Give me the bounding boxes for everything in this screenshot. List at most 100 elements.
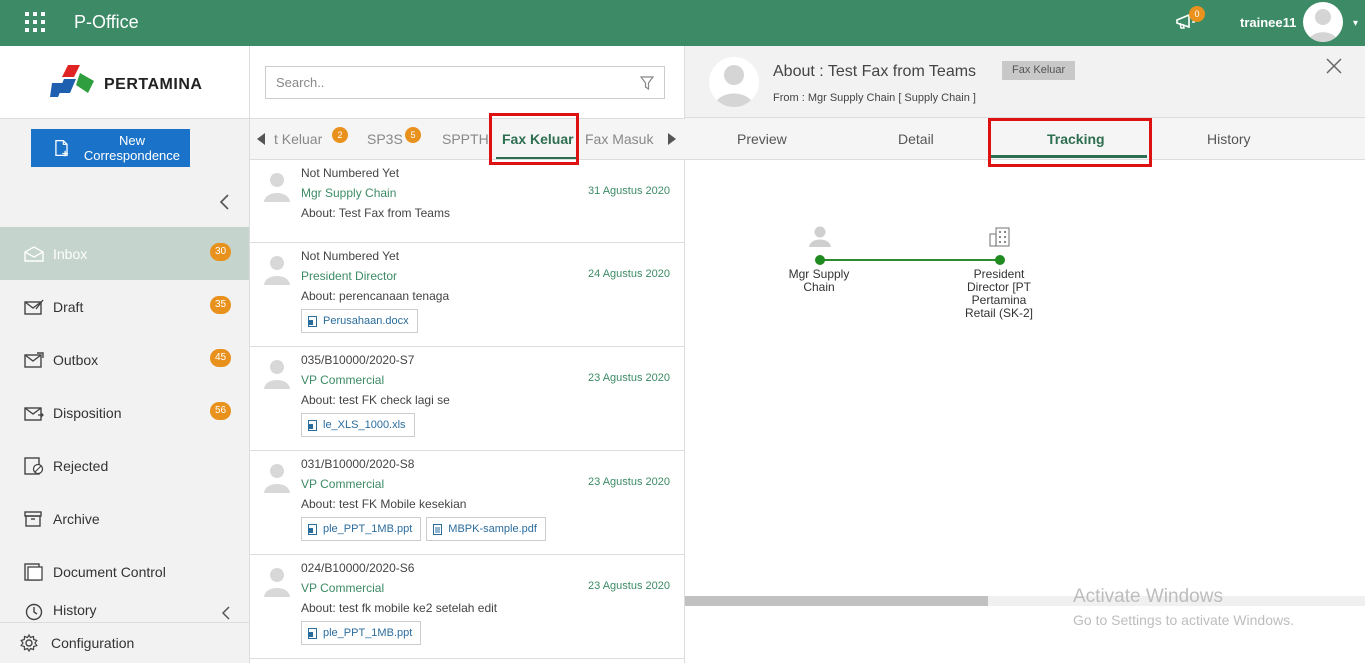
- notification-badge: 0: [1189, 6, 1205, 22]
- item-number: 024/B10000/2020-S6: [301, 561, 415, 575]
- configuration-button[interactable]: Configuration: [0, 622, 249, 663]
- attachment-chip[interactable]: MBPK-sample.pdf: [426, 517, 546, 541]
- detail-header: About : Test Fax from Teams Fax Keluar F…: [685, 46, 1365, 118]
- powerpoint-file-icon: [308, 627, 317, 639]
- attachment-chip[interactable]: Perusahaan.docx: [301, 309, 418, 333]
- tracking-node-label: President Director [PT Pertamina Retail …: [964, 267, 1034, 320]
- sender-avatar-icon: [264, 568, 290, 597]
- list-item[interactable]: Not Numbered Yet President Director 24 A…: [250, 243, 685, 347]
- item-number: Not Numbered Yet: [301, 249, 400, 263]
- app-title: P-Office: [74, 12, 139, 32]
- chevron-left-icon[interactable]: [221, 606, 231, 620]
- tab-count-badge: 5: [405, 127, 421, 143]
- item-sender: VP Commercial: [301, 373, 385, 387]
- sender-avatar-icon: [264, 464, 290, 493]
- count-badge: 30: [210, 243, 231, 261]
- annotation-highlight-box: [489, 113, 579, 165]
- item-date: 23 Agustus 2020: [588, 476, 670, 488]
- item-date: 31 Agustus 2020: [588, 185, 670, 197]
- item-about: About: test FK Mobile kesekian: [301, 497, 467, 511]
- new-correspondence-button[interactable]: New Correspondence: [31, 129, 190, 167]
- tracking-node-dot: [995, 255, 1005, 265]
- sidebar-item-label: Outbox: [53, 351, 99, 368]
- attachment-chip[interactable]: ple_PPT_1MB.ppt: [301, 517, 422, 541]
- gear-icon: [20, 634, 38, 652]
- tab-preview[interactable]: Preview: [737, 131, 787, 147]
- pertamina-logo-icon: [50, 65, 94, 97]
- item-about: About: Test Fax from Teams: [301, 206, 450, 220]
- close-icon[interactable]: [1326, 58, 1342, 74]
- outbox-icon: [24, 350, 46, 370]
- building-icon: [989, 227, 1010, 247]
- category-tag: Fax Keluar: [1002, 61, 1076, 80]
- pdf-file-icon: [433, 523, 443, 535]
- list-item[interactable]: Not Numbered Yet Mgr Supply Chain 31 Agu…: [250, 160, 685, 243]
- item-sender: VP Commercial: [301, 581, 385, 595]
- watermark-title: Activate Windows: [1073, 586, 1223, 607]
- sidebar-item-outbox[interactable]: Outbox 45: [0, 333, 249, 386]
- attachments: le_XLS_1000.xls: [301, 413, 420, 437]
- apps-grid-icon[interactable]: [25, 12, 45, 32]
- sidebar-item-rejected[interactable]: Rejected: [0, 439, 249, 492]
- user-menu-arrow-icon[interactable]: ▾: [1353, 18, 1358, 29]
- rejected-icon: [24, 456, 46, 476]
- item-number: Not Numbered Yet: [301, 166, 400, 180]
- filter-icon[interactable]: [640, 76, 654, 90]
- search-input[interactable]: [266, 67, 626, 98]
- item-about: About: test fk mobile ke2 setelah edit: [301, 601, 498, 615]
- history-icon: [24, 602, 46, 622]
- sidebar: PERTAMINA New Correspondence Inbox 30 Dr…: [0, 46, 250, 663]
- sender-avatar: [709, 57, 759, 107]
- sidebar-item-label: Draft: [53, 298, 84, 315]
- correspondence-list: Not Numbered Yet Mgr Supply Chain 31 Agu…: [250, 160, 685, 659]
- sidebar-item-label: Archive: [53, 510, 100, 527]
- tab-count-badge: 2: [332, 127, 348, 143]
- tab-sppth[interactable]: SPPTH: [442, 131, 489, 147]
- count-badge: 35: [210, 296, 231, 314]
- username[interactable]: trainee11: [1240, 15, 1296, 30]
- count-badge: 45: [210, 349, 231, 367]
- new-correspondence-label: New Correspondence: [83, 133, 181, 163]
- sidebar-item-label: History: [53, 602, 97, 618]
- list-item[interactable]: 031/B10000/2020-S8 VP Commercial 23 Agus…: [250, 451, 685, 555]
- sidebar-item-inbox[interactable]: Inbox 30: [0, 227, 249, 280]
- tab-detail[interactable]: Detail: [898, 131, 934, 147]
- list-item[interactable]: 024/B10000/2020-S6 VP Commercial 23 Agus…: [250, 555, 685, 659]
- attachments: ple_PPT_1MB.ppt: [301, 621, 426, 645]
- item-date: 24 Agustus 2020: [588, 268, 670, 280]
- document-control-icon: [24, 562, 46, 582]
- watermark-subtitle: Go to Settings to activate Windows.: [1073, 612, 1294, 628]
- tab-sp3s[interactable]: SP3S: [367, 131, 403, 147]
- tab-surat-keluar[interactable]: t Keluar: [274, 131, 322, 147]
- sidebar-nav: Inbox 30 Draft 35 Outbox 45 Disposition …: [0, 227, 249, 628]
- sender-avatar-icon: [264, 173, 290, 202]
- sidebar-item-label: Disposition: [53, 404, 122, 421]
- horizontal-scrollbar-thumb[interactable]: [685, 596, 988, 606]
- tracking-node-label: Mgr Supply Chain: [788, 267, 850, 294]
- archive-icon: [24, 509, 46, 529]
- attachment-chip[interactable]: ple_PPT_1MB.ppt: [301, 621, 422, 645]
- sidebar-item-disposition[interactable]: Disposition 56: [0, 386, 249, 439]
- list-item[interactable]: 035/B10000/2020-S7 VP Commercial 23 Agus…: [250, 347, 685, 451]
- logo-area: PERTAMINA: [0, 46, 249, 119]
- logo-text: PERTAMINA: [104, 76, 203, 93]
- correspondence-list-panel: t Keluar 2 SP3S 5 SPPTH Fax Keluar Fax M…: [250, 46, 685, 663]
- detail-from: From : Mgr Supply Chain [ Supply Chain ]: [773, 92, 976, 104]
- sidebar-item-draft[interactable]: Draft 35: [0, 280, 249, 333]
- sidebar-item-label: Document Control: [53, 563, 166, 580]
- sidebar-item-archive[interactable]: Archive: [0, 492, 249, 545]
- item-sender: VP Commercial: [301, 477, 385, 491]
- scroll-tabs-left-icon[interactable]: [256, 132, 266, 146]
- tab-fax-masuk[interactable]: Fax Masuk: [585, 131, 653, 147]
- tab-history[interactable]: History: [1207, 131, 1251, 147]
- sender-avatar-icon: [264, 256, 290, 285]
- sidebar-item-document-control[interactable]: Document Control: [0, 545, 249, 598]
- excel-file-icon: [308, 419, 317, 431]
- collapse-sidebar-icon[interactable]: [218, 193, 230, 211]
- scroll-tabs-right-icon[interactable]: [667, 132, 677, 146]
- user-avatar[interactable]: [1303, 2, 1343, 42]
- attachment-chip[interactable]: le_XLS_1000.xls: [301, 413, 415, 437]
- item-date: 23 Agustus 2020: [588, 372, 670, 384]
- item-sender: Mgr Supply Chain: [301, 186, 397, 200]
- top-bar: P-Office 0 trainee11 ▾: [0, 0, 1365, 46]
